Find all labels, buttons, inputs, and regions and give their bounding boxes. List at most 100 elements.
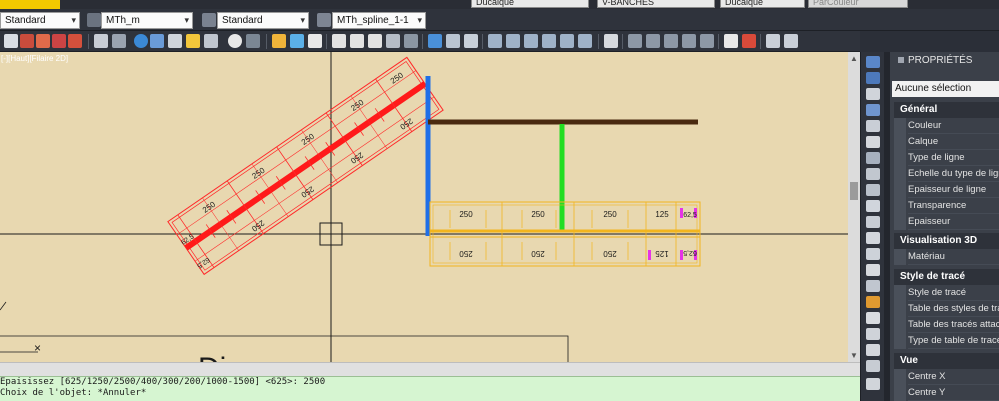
drawing-canvas[interactable]: [-][Haut][Filaire 2D] × Diam (0, 52, 848, 362)
palette-icon[interactable] (866, 152, 880, 164)
text-style-dropdown[interactable]: Standard ▾ (0, 12, 80, 29)
horizontal-scrollbar[interactable] (0, 362, 860, 376)
tool-icon[interactable] (20, 34, 34, 48)
prop-type-table-trace[interactable]: Type de table de tracé (908, 333, 999, 349)
tool-icon[interactable] (628, 34, 642, 48)
tool-icon[interactable] (350, 34, 364, 48)
tool-icon[interactable] (542, 34, 556, 48)
tool-icon[interactable] (604, 34, 618, 48)
palette-icon[interactable] (866, 88, 880, 100)
prop-table-traces-attachee[interactable]: Table des tracés attachée (908, 317, 999, 333)
lightbulb-icon[interactable] (186, 34, 200, 48)
tool-icon[interactable] (94, 34, 108, 48)
prop-type-de-ligne[interactable]: Type de ligne (908, 150, 999, 166)
tool-icon[interactable] (488, 34, 502, 48)
scroll-down-icon[interactable]: ▼ (850, 351, 858, 360)
vertical-scrollbar[interactable]: ▲ ▼ (848, 52, 860, 362)
tool-icon[interactable] (682, 34, 696, 48)
tool-icon[interactable] (332, 34, 346, 48)
diag-label: 250 (300, 132, 317, 147)
text-icon[interactable] (766, 34, 780, 48)
tool-icon[interactable] (36, 34, 50, 48)
palette-icon[interactable] (866, 168, 880, 180)
arrow-left-icon[interactable] (168, 34, 182, 48)
palette-icon[interactable] (866, 328, 880, 340)
palette-icon[interactable] (866, 378, 880, 390)
tool-icon[interactable] (506, 34, 520, 48)
section-visualisation-3d[interactable]: Visualisation 3D (894, 233, 999, 249)
tool-icon[interactable] (664, 34, 678, 48)
section-general[interactable]: Général (894, 102, 999, 118)
prop-materiau[interactable]: Matériau (908, 249, 999, 265)
prop-centre-y[interactable]: Centre Y (908, 385, 999, 401)
prop-epaisseur[interactable]: Epaisseur (908, 214, 999, 230)
clock-icon[interactable] (228, 34, 242, 48)
tool-icon[interactable] (464, 34, 478, 48)
prop-transparence[interactable]: Transparence (908, 198, 999, 214)
lineweight-dropdown[interactable]: Ducalque (720, 0, 805, 8)
tool-icon[interactable] (578, 34, 592, 48)
tool-icon[interactable] (308, 34, 322, 48)
palette-icon[interactable] (866, 216, 880, 228)
globe-icon[interactable] (134, 34, 148, 48)
tool-icon[interactable] (368, 34, 382, 48)
palette-icon[interactable] (866, 136, 880, 148)
palette-icon[interactable] (866, 344, 880, 356)
tool-icon[interactable] (204, 34, 218, 48)
palette-icon[interactable] (866, 184, 880, 196)
prop-echelle-type-ligne[interactable]: Echelle du type de ligne (908, 166, 999, 182)
dim-style-dropdown[interactable]: MTh_m ▾ (101, 12, 193, 29)
diagonal-wall-group[interactable]: 250 250 250 250 250 62,5 250 250 250 250… (167, 56, 444, 276)
tool-icon[interactable] (428, 34, 442, 48)
prop-centre-x[interactable]: Centre X (908, 369, 999, 385)
section-style-de-trace[interactable]: Style de tracé (894, 269, 999, 285)
table-style-dropdown[interactable]: Standard ▾ (217, 12, 309, 29)
selection-dropdown[interactable]: Aucune sélection (892, 81, 999, 97)
palette-icon[interactable] (866, 280, 880, 292)
tool-icon[interactable] (290, 34, 304, 48)
palette-icon[interactable] (866, 312, 880, 324)
tool-icon[interactable] (404, 34, 418, 48)
prop-couleur[interactable]: Couleur (908, 118, 999, 134)
linetype-dropdown[interactable]: V-BANCHES (597, 0, 715, 8)
palette-icon[interactable] (866, 296, 880, 308)
palette-icon[interactable] (866, 248, 880, 260)
palette-icon[interactable] (866, 264, 880, 276)
tool-icon[interactable] (52, 34, 66, 48)
plotstyle-dropdown[interactable]: ParCouleur (808, 0, 908, 8)
tool-icon[interactable] (4, 34, 18, 48)
color-swatch[interactable] (0, 0, 60, 9)
scroll-thumb[interactable] (850, 182, 858, 200)
tool-icon[interactable] (272, 34, 286, 48)
tool-icon[interactable] (524, 34, 538, 48)
tool-icon[interactable] (68, 34, 82, 48)
palette-icon[interactable] (866, 360, 880, 372)
palette-icon[interactable] (866, 232, 880, 244)
palette-icon[interactable] (866, 120, 880, 132)
prop-epaisseur-ligne[interactable]: Epaisseur de ligne (908, 182, 999, 198)
palette-icon[interactable] (866, 104, 880, 116)
text-edit-icon[interactable] (784, 34, 798, 48)
tool-icon[interactable] (742, 34, 756, 48)
section-vue[interactable]: Vue (894, 353, 999, 369)
tool-icon[interactable] (150, 34, 164, 48)
tool-icon[interactable] (724, 34, 738, 48)
prop-calque[interactable]: Calque (908, 134, 999, 150)
tool-icon[interactable] (246, 34, 260, 48)
tool-icon[interactable] (446, 34, 460, 48)
prop-table-styles-trace[interactable]: Table des styles de tracé (908, 301, 999, 317)
table-style-icon (202, 13, 216, 27)
command-line[interactable]: Epaisissez [625/1250/2500/400/300/200/10… (0, 376, 860, 401)
palette-icon[interactable] (866, 72, 880, 84)
tool-icon[interactable] (386, 34, 400, 48)
layer-dropdown[interactable]: Ducalque (471, 0, 589, 8)
tool-icon[interactable] (560, 34, 574, 48)
palette-icon[interactable] (866, 56, 880, 68)
tool-icon[interactable] (700, 34, 714, 48)
palette-icon[interactable] (866, 200, 880, 212)
scroll-up-icon[interactable]: ▲ (850, 54, 858, 63)
tool-icon[interactable] (112, 34, 126, 48)
tool-icon[interactable] (646, 34, 660, 48)
mleader-style-dropdown[interactable]: MTh_spline_1-1 ▾ (332, 12, 426, 29)
prop-style-de-trace[interactable]: Style de tracé (908, 285, 999, 301)
